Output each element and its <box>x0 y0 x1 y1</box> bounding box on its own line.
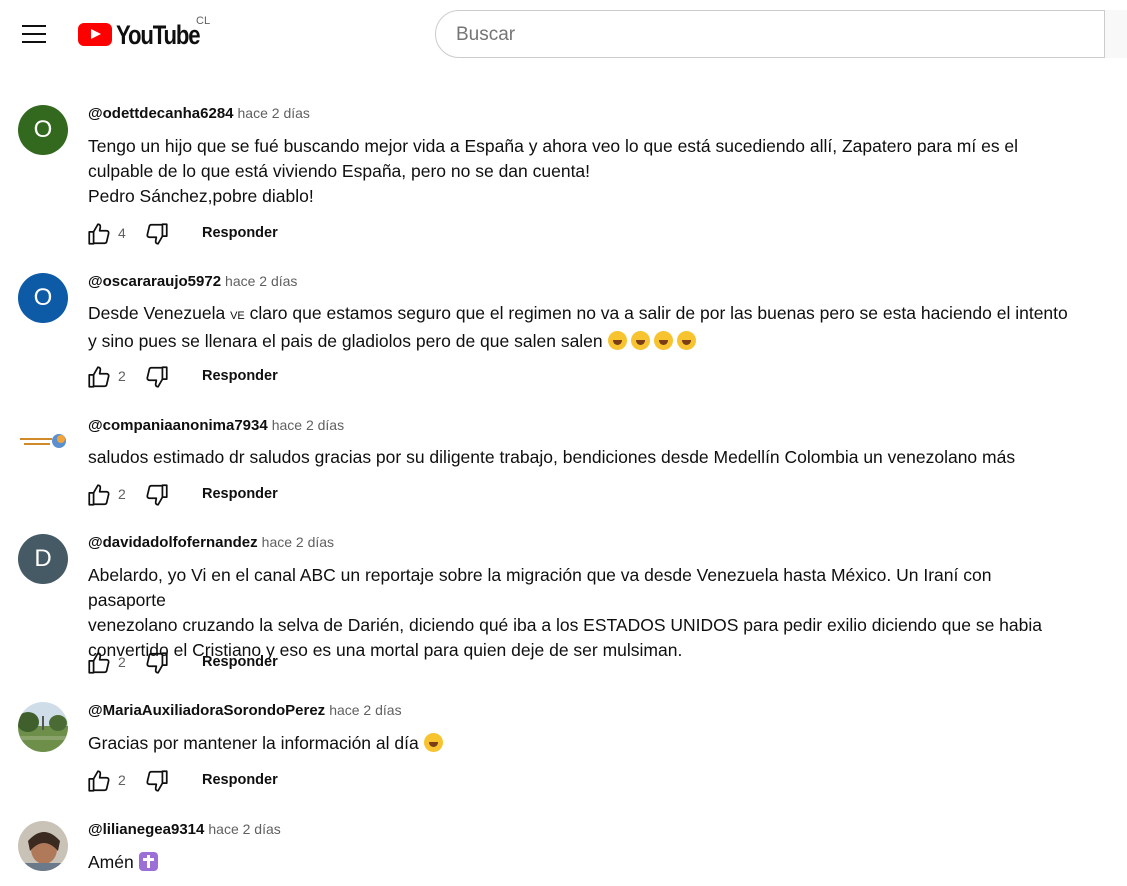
search-box <box>435 10 1127 59</box>
comment-author[interactable]: @davidadolfofernandez <box>88 534 258 551</box>
reply-button[interactable]: Responder <box>202 368 278 384</box>
comment-header: @MariaAuxiliadoraSorondoPerez hace 2 días <box>88 702 402 719</box>
region-code: CL <box>196 15 211 27</box>
like-count: 2 <box>118 486 126 502</box>
tears-of-joy-emoji-icon <box>676 331 696 350</box>
logo-text: YouTube <box>116 20 201 50</box>
like-button[interactable] <box>86 482 112 508</box>
hamburger-menu-icon[interactable] <box>14 17 54 53</box>
thumbs-down-icon <box>146 366 168 388</box>
avatar[interactable] <box>18 821 68 871</box>
like-button[interactable] <box>86 650 112 676</box>
avatar[interactable]: O <box>18 105 68 155</box>
comment-text: Tengo un hijo que se fué buscando mejor … <box>88 136 1019 206</box>
comment-text: Gracias por mantener la información al d… <box>88 731 1068 756</box>
flag-emoji-ve: VE <box>230 310 245 322</box>
comment-time[interactable]: hace 2 días <box>225 273 297 289</box>
dislike-button[interactable] <box>144 768 170 794</box>
thumbs-down-icon <box>146 223 168 245</box>
avatar-letter: D <box>18 534 68 584</box>
comment-text: Amén <box>88 850 1068 875</box>
avatar[interactable]: O <box>18 273 68 323</box>
thumbs-down-icon <box>146 770 168 792</box>
thumbs-up-icon <box>88 770 110 792</box>
comment-text-part: Gracias por mantener la información al d… <box>88 733 424 753</box>
reply-button[interactable]: Responder <box>202 486 278 502</box>
thumbs-up-icon <box>88 484 110 506</box>
like-button[interactable] <box>86 364 112 390</box>
avatar[interactable] <box>18 702 68 752</box>
search-input[interactable] <box>454 11 1098 59</box>
like-count: 2 <box>118 368 126 384</box>
dislike-button[interactable] <box>144 482 170 508</box>
comment-header: @oscararaujo5972 hace 2 días <box>88 273 297 290</box>
thumbs-down-icon <box>146 652 168 674</box>
comment-text-part: Desde Venezuela <box>88 303 231 323</box>
comment-text: Desde Venezuela VE claro que estamos seg… <box>88 301 1068 354</box>
comment-time[interactable]: hace 2 días <box>272 417 344 433</box>
comment-author[interactable]: @lilianegea9314 <box>88 821 204 838</box>
comment-author[interactable]: @oscararaujo5972 <box>88 273 221 290</box>
search-button[interactable] <box>1104 10 1127 58</box>
company-logo-avatar-icon <box>18 417 68 467</box>
like-count: 4 <box>118 225 126 241</box>
avatar[interactable]: D <box>18 534 68 584</box>
dislike-button[interactable] <box>144 221 170 247</box>
dislike-button[interactable] <box>144 364 170 390</box>
reply-button[interactable]: Responder <box>202 225 278 241</box>
comment-text: Abelardo, yo Vi en el canal ABC un repor… <box>88 565 1042 660</box>
thumbs-up-icon <box>88 366 110 388</box>
comment-header: @lilianegea9314 hace 2 días <box>88 821 281 838</box>
like-button[interactable] <box>86 221 112 247</box>
latin-cross-emoji-icon <box>138 852 158 871</box>
youtube-play-icon <box>78 23 112 46</box>
person-photo-avatar-icon <box>18 821 68 871</box>
comment-text: saludos estimado dr saludos gracias por … <box>88 447 1016 467</box>
thumbs-up-icon <box>88 652 110 674</box>
dislike-button[interactable] <box>144 650 170 676</box>
like-button[interactable] <box>86 768 112 794</box>
reply-button[interactable]: Responder <box>202 654 278 670</box>
comment-time[interactable]: hace 2 días <box>208 821 280 837</box>
like-count: 2 <box>118 772 126 788</box>
masthead: YouTube CL <box>0 0 1127 68</box>
comment-time[interactable]: hace 2 días <box>238 105 310 121</box>
thumbs-up-icon <box>88 223 110 245</box>
tears-of-joy-emoji-icon <box>630 331 650 350</box>
tears-of-joy-emoji-icon <box>607 331 627 350</box>
comment-header: @companiaanonima7934 hace 2 días <box>88 417 344 434</box>
landscape-photo-avatar-icon <box>18 702 68 752</box>
like-count: 2 <box>118 654 126 670</box>
reply-button[interactable]: Responder <box>202 772 278 788</box>
comment-time[interactable]: hace 2 días <box>329 702 401 718</box>
comment-author[interactable]: @MariaAuxiliadoraSorondoPerez <box>88 702 325 719</box>
avatar-letter: O <box>18 273 68 323</box>
comment-author[interactable]: @companiaanonima7934 <box>88 417 268 434</box>
comment-text-part: Amén <box>88 852 139 872</box>
avatar-letter: O <box>18 105 68 155</box>
comment-header: @odettdecanha6284 hace 2 días <box>88 105 310 122</box>
winking-face-emoji-icon <box>423 733 443 752</box>
comment-header: @davidadolfofernandez hace 2 días <box>88 534 334 551</box>
tears-of-joy-emoji-icon <box>653 331 673 350</box>
thumbs-down-icon <box>146 484 168 506</box>
comment-author[interactable]: @odettdecanha6284 <box>88 105 234 122</box>
avatar[interactable] <box>18 417 68 467</box>
comment-time[interactable]: hace 2 días <box>262 534 334 550</box>
